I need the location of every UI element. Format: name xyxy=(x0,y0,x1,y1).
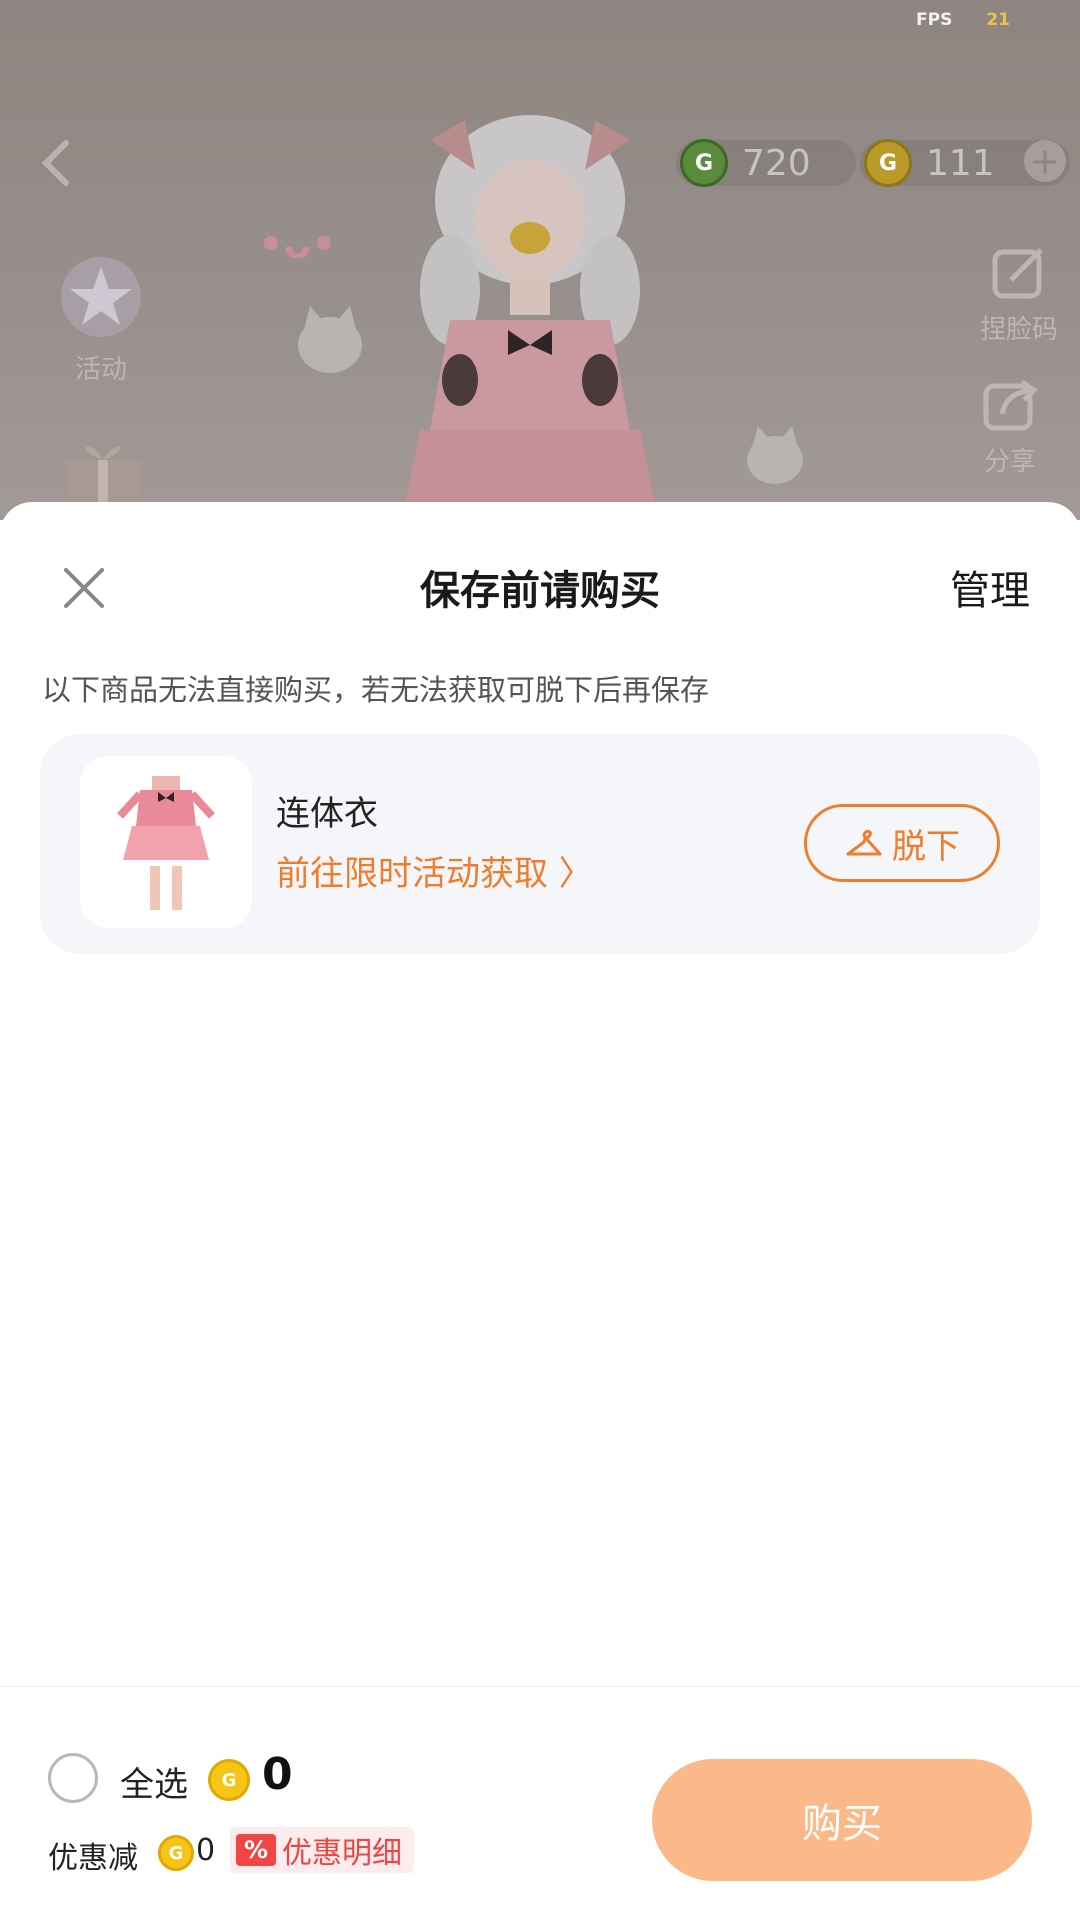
discount-value: 0 xyxy=(196,1833,216,1868)
green-coin-icon: G xyxy=(680,139,728,187)
gift-icon xyxy=(66,446,140,508)
remove-item-button[interactable]: 脱下 xyxy=(804,804,1000,882)
gold-currency-value: 111 xyxy=(926,142,995,184)
sticker-decoration: •ᴗ• xyxy=(258,222,337,268)
share-icon xyxy=(983,379,1038,431)
discount-detail-button[interactable]: % 优惠明细 xyxy=(230,1827,415,1873)
share-label: 分享 xyxy=(983,447,1036,477)
dress-image xyxy=(117,776,215,910)
green-currency-display: G 720 xyxy=(676,139,856,187)
sheet-title: 保存前请购买 xyxy=(420,568,660,614)
item-thumbnail xyxy=(80,756,252,928)
gold-coin-icon: G xyxy=(208,1759,250,1801)
green-currency-value: 720 xyxy=(742,142,811,184)
avatar-character xyxy=(402,115,658,520)
discount-label: 优惠减 xyxy=(48,1841,138,1876)
fps-label: FPS xyxy=(916,10,953,30)
share-button[interactable]: 分享 xyxy=(980,376,1040,478)
percent-icon: % xyxy=(236,1834,277,1866)
edit-face-icon xyxy=(992,248,1043,299)
star-activity-icon xyxy=(61,257,141,337)
total-price: 0 xyxy=(262,1749,293,1800)
activity-label: 活动 xyxy=(74,355,127,385)
activity-button[interactable]: 活动 xyxy=(56,252,146,386)
select-all-checkbox[interactable] xyxy=(48,1753,98,1803)
item-card: 连体衣 前往限时活动获取 〉 脱下 xyxy=(40,734,1040,954)
game-scene-background: FPS 21 G 720 G 111 + 活动 捏脸码 分享 •ᴗ• xyxy=(0,0,1080,520)
notice-text: 以下商品无法直接购买，若无法获取可脱下后再保存 xyxy=(42,673,710,707)
hanger-icon xyxy=(846,829,882,856)
fps-counter: FPS 21 xyxy=(916,10,1010,30)
face-code-label: 捏脸码 xyxy=(979,315,1058,345)
select-all-label[interactable]: 全选 xyxy=(120,1757,188,1806)
gold-coin-icon: G xyxy=(864,139,912,187)
add-currency-icon[interactable]: + xyxy=(1024,140,1066,182)
purchase-sheet: 保存前请购买 管理 以下商品无法直接购买，若无法获取可脱下后再保存 连体衣 前往… xyxy=(0,502,1080,1921)
manage-button[interactable]: 管理 xyxy=(950,558,1030,616)
back-arrow-icon[interactable] xyxy=(36,138,76,188)
cat-sticker-icon-2 xyxy=(747,426,803,484)
cat-sticker-icon xyxy=(298,306,362,373)
face-code-button[interactable]: 捏脸码 xyxy=(980,244,1058,346)
buy-button[interactable]: 购买 xyxy=(652,1759,1032,1881)
event-link[interactable]: 前往限时活动获取 〉 xyxy=(276,846,593,895)
checkout-footer: 全选 G 0 优惠减 G 0 % 优惠明细 购买 xyxy=(0,1686,1080,1921)
discount-detail-label: 优惠明细 xyxy=(282,1836,403,1871)
fps-value: 21 xyxy=(986,10,1010,30)
item-name: 连体衣 xyxy=(276,794,378,834)
remove-item-label: 脱下 xyxy=(892,826,960,867)
discount-coin-icon: G xyxy=(158,1835,194,1871)
